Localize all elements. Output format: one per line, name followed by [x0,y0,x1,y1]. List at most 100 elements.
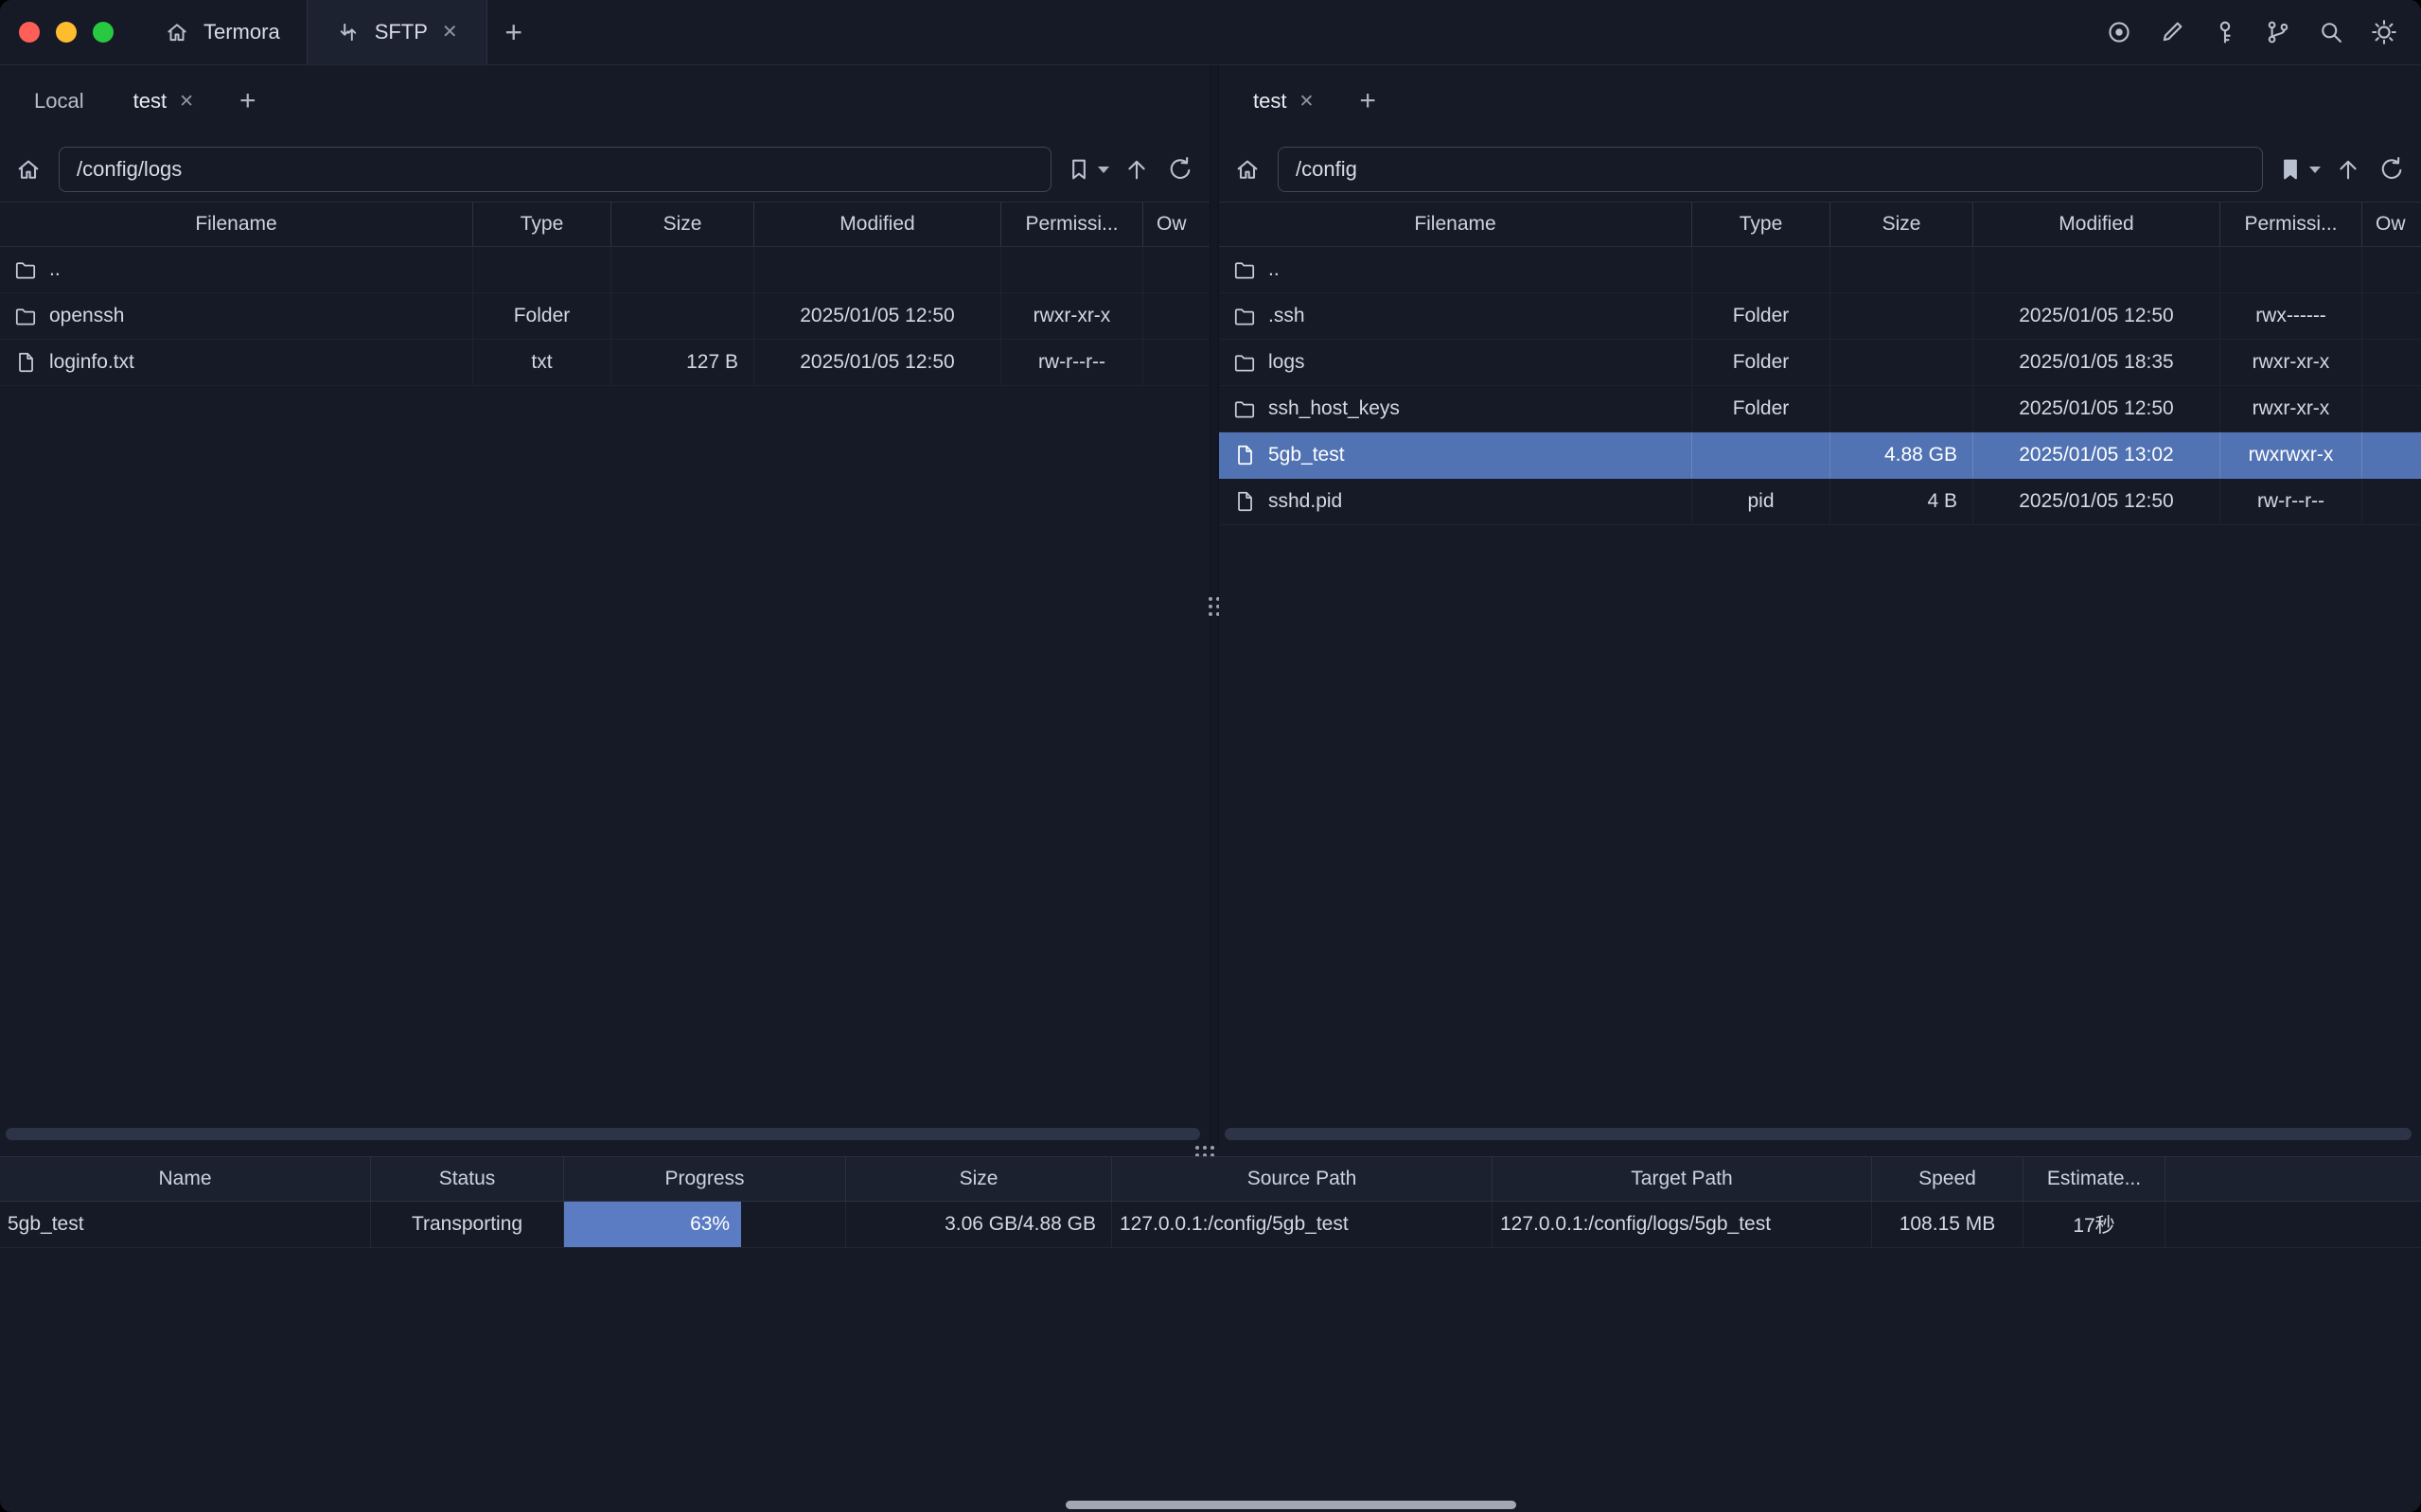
column-header-size[interactable]: Size [1830,202,1973,246]
close-icon[interactable]: ✕ [177,91,196,113]
search-icon[interactable] [2317,18,2345,46]
chevron-down-icon[interactable] [1098,167,1109,173]
transfer-panel-splitter[interactable] [0,1147,2421,1156]
cell-type: pid [1692,479,1830,524]
key-icon[interactable] [2211,18,2239,46]
path-input[interactable] [1278,147,2263,192]
cell-modified: 2025/01/05 12:50 [1973,293,2220,339]
close-icon[interactable]: ✕ [440,21,460,44]
column-header-permissions[interactable]: Permissi... [2220,202,2362,246]
column-header-filename[interactable]: Filename [0,202,473,246]
titlebar: Termora SFTP ✕ + [0,0,2421,65]
table-row[interactable]: .. [1219,247,2421,293]
cell-permissions: rw-r--r-- [2220,479,2362,524]
edit-icon[interactable] [2158,18,2186,46]
cell-estimate: 17秒 [2023,1202,2165,1247]
cell-type: Folder [1692,386,1830,431]
column-header-speed[interactable]: Speed [1872,1157,2023,1201]
tab-sftp[interactable]: SFTP ✕ [307,0,487,64]
cell-filename: sshd.pid [1219,479,1692,524]
cell-filename: loginfo.txt [0,340,473,385]
minimize-window-button[interactable] [56,22,77,43]
tab-label: Local [34,89,84,114]
cell-permissions: rwxr-xr-x [2220,340,2362,385]
left-panel-tabs: Local test ✕ + [0,65,1210,137]
cell-size [1830,340,1973,385]
cell-permissions: rwx------ [2220,293,2362,339]
left-path-toolbar [0,137,1210,202]
tab-test[interactable]: test ✕ [109,65,221,137]
column-header-filename[interactable]: Filename [1219,202,1692,246]
chevron-down-icon[interactable] [2309,167,2321,173]
close-window-button[interactable] [19,22,40,43]
column-header-permissions[interactable]: Permissi... [1001,202,1143,246]
traffic-lights [0,0,136,64]
column-header-spacer [2165,1157,2421,1201]
home-directory-button[interactable] [1230,156,1264,183]
column-header-status[interactable]: Status [371,1157,564,1201]
bottom-horizontal-scrollbar-thumb[interactable] [1066,1501,1516,1509]
panel-splitter[interactable] [1210,65,1219,1147]
column-header-owner[interactable]: Ow [1143,202,1210,246]
new-session-tab-button[interactable]: + [226,85,270,117]
close-icon[interactable]: ✕ [1297,91,1316,113]
cell-owner [2362,293,2421,339]
filename-label: sshd.pid [1268,490,1342,513]
folder-icon [1232,396,1257,421]
home-directory-button[interactable] [11,156,45,183]
table-row[interactable]: logs Folder 2025/01/05 18:35 rwxr-xr-x [1219,340,2421,386]
refresh-button[interactable] [1164,155,1193,184]
column-header-size[interactable]: Size [846,1157,1112,1201]
cell-modified: 2025/01/05 12:50 [1973,479,2220,524]
file-icon [1232,489,1257,514]
settings-gear-icon[interactable] [2370,18,2398,46]
column-header-owner[interactable]: Ow [2362,202,2421,246]
table-row-selected[interactable]: 5gb_test 4.88 GB 2025/01/05 13:02 rwxrwx… [1219,432,2421,479]
cell-owner [2362,386,2421,431]
cell-speed: 108.15 MB [1872,1202,2023,1247]
record-icon[interactable] [2105,18,2133,46]
cell-filename: .. [1219,247,1692,292]
transfer-panel: Name Status Progress Size Source Path Ta… [0,1156,2421,1248]
column-header-modified[interactable]: Modified [1973,202,2220,246]
parent-directory-button[interactable] [2334,155,2362,184]
column-header-size[interactable]: Size [611,202,754,246]
new-tab-button[interactable]: + [487,0,540,64]
tab-label: SFTP [375,20,428,44]
transfer-row[interactable]: 5gb_test Transporting 63% 3.06 GB/4.88 G… [0,1202,2421,1248]
filename-label: openssh [49,305,124,327]
new-session-tab-button[interactable]: + [1346,85,1389,117]
tab-label: Termora [203,20,280,44]
table-row[interactable]: loginfo.txt txt 127 B 2025/01/05 12:50 r… [0,340,1210,386]
bookmark-icon[interactable] [1065,155,1093,184]
table-row[interactable]: openssh Folder 2025/01/05 12:50 rwxr-xr-… [0,293,1210,340]
table-row[interactable]: ssh_host_keys Folder 2025/01/05 12:50 rw… [1219,386,2421,432]
column-header-name[interactable]: Name [0,1157,371,1201]
tab-local[interactable]: Local [9,65,109,137]
horizontal-scrollbar-thumb[interactable] [1225,1128,2412,1140]
cell-owner [1143,293,1210,339]
table-row[interactable]: sshd.pid pid 4 B 2025/01/05 12:50 rw-r--… [1219,479,2421,525]
column-header-source-path[interactable]: Source Path [1112,1157,1493,1201]
table-row[interactable]: .ssh Folder 2025/01/05 12:50 rwx------ [1219,293,2421,340]
column-header-type[interactable]: Type [473,202,611,246]
column-header-type[interactable]: Type [1692,202,1830,246]
cell-type [1692,432,1830,478]
bookmark-group [2276,155,2321,184]
git-branch-icon[interactable] [2264,18,2292,46]
refresh-button[interactable] [2376,155,2404,184]
parent-directory-button[interactable] [1122,155,1151,184]
column-header-progress[interactable]: Progress [564,1157,846,1201]
path-input[interactable] [59,147,1051,192]
horizontal-scrollbar-thumb[interactable] [6,1128,1200,1140]
cell-size: 3.06 GB/4.88 GB [846,1202,1112,1247]
column-header-target-path[interactable]: Target Path [1493,1157,1872,1201]
zoom-window-button[interactable] [93,22,114,43]
column-header-modified[interactable]: Modified [754,202,1001,246]
tab-test[interactable]: test ✕ [1228,65,1340,137]
table-row[interactable]: .. [0,247,1210,293]
column-header-estimate[interactable]: Estimate... [2023,1157,2165,1201]
bookmark-icon[interactable] [2276,155,2305,184]
tab-termora[interactable]: Termora [136,0,307,64]
left-file-panel: Local test ✕ + [0,65,1210,1147]
